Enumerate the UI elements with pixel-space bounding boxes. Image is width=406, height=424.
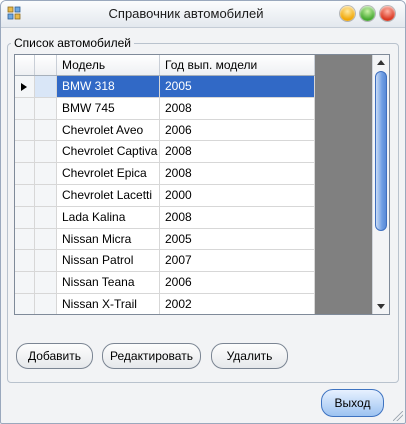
- table-row[interactable]: BMW 745 2008: [15, 97, 315, 120]
- cell-year[interactable]: 2008: [160, 163, 315, 184]
- row-header[interactable]: [15, 272, 35, 293]
- table-row[interactable]: Chevrolet Epica 2008: [15, 163, 315, 185]
- table-row[interactable]: BMW 318 2005: [15, 76, 315, 98]
- row-header[interactable]: [15, 228, 35, 250]
- row-header[interactable]: [15, 184, 35, 206]
- maximize-icon[interactable]: [360, 6, 375, 21]
- resize-grip-icon[interactable]: [393, 411, 403, 421]
- header-corner: [15, 55, 35, 75]
- cell-year[interactable]: 2006: [160, 272, 315, 293]
- table-row[interactable]: Chevrolet Aveo 2006: [15, 119, 315, 142]
- add-button[interactable]: Добавить: [16, 343, 93, 369]
- column-header-model[interactable]: Модель: [57, 55, 160, 75]
- cell-year[interactable]: 2005: [160, 76, 315, 97]
- cell-model[interactable]: Chevrolet Captiva: [57, 141, 160, 163]
- row-header-2: [35, 184, 57, 206]
- cell-model[interactable]: Nissan Micra: [57, 228, 160, 250]
- window-title: Справочник автомобилей: [108, 6, 264, 21]
- row-header[interactable]: [15, 293, 35, 314]
- row-header[interactable]: [15, 206, 35, 228]
- row-header-2: [35, 119, 57, 141]
- row-header[interactable]: [15, 76, 35, 97]
- cell-year[interactable]: 2006: [160, 119, 315, 141]
- cell-model[interactable]: Nissan Teana: [57, 272, 160, 293]
- scroll-thumb[interactable]: [375, 71, 387, 231]
- cell-model[interactable]: BMW 318: [57, 76, 160, 97]
- cell-year[interactable]: 2000: [160, 184, 315, 206]
- row-header-2: [35, 250, 57, 272]
- row-header[interactable]: [15, 163, 35, 184]
- row-header-2: [35, 272, 57, 293]
- cell-model[interactable]: Chevrolet Epica: [57, 163, 160, 184]
- grid-rows: BMW 318 2005 BMW 745 2008 Chevrolet Aveo…: [15, 76, 315, 314]
- scroll-down-arrow-icon[interactable]: [377, 304, 385, 309]
- table-row[interactable]: Chevrolet Lacetti 2000: [15, 184, 315, 207]
- cell-year[interactable]: 2008: [160, 141, 315, 163]
- table-row[interactable]: Nissan Patrol 2007: [15, 250, 315, 273]
- cell-year[interactable]: 2008: [160, 206, 315, 228]
- delete-button[interactable]: Удалить: [211, 343, 288, 369]
- row-header[interactable]: [15, 97, 35, 119]
- cars-data-grid[interactable]: Модель Год вып. модели BMW 318 2005 BMW …: [14, 54, 390, 315]
- current-row-arrow-icon: [21, 83, 27, 91]
- cell-model[interactable]: Chevrolet Aveo: [57, 119, 160, 141]
- table-row[interactable]: Nissan X-Trail 2002: [15, 293, 315, 314]
- table-row[interactable]: Nissan Teana 2006: [15, 272, 315, 294]
- row-header-2: [35, 293, 57, 314]
- row-header-2: [35, 141, 57, 163]
- title-bar[interactable]: Справочник автомобилей: [1, 1, 405, 28]
- row-header-2: [35, 206, 57, 228]
- row-header[interactable]: [15, 141, 35, 163]
- exit-button[interactable]: Выход: [321, 389, 384, 417]
- table-row[interactable]: Nissan Micra 2005: [15, 228, 315, 251]
- cell-year[interactable]: 2007: [160, 250, 315, 272]
- cell-model[interactable]: Nissan X-Trail: [57, 293, 160, 314]
- table-row[interactable]: Lada Kalina 2008: [15, 206, 315, 229]
- cell-model[interactable]: Nissan Patrol: [57, 250, 160, 272]
- cell-year[interactable]: 2005: [160, 228, 315, 250]
- row-header[interactable]: [15, 119, 35, 141]
- row-header-2: [35, 228, 57, 250]
- row-header-2: [35, 76, 57, 97]
- minimize-icon[interactable]: [340, 6, 355, 21]
- cell-year[interactable]: 2002: [160, 293, 315, 314]
- header-corner-2: [35, 55, 57, 75]
- row-header[interactable]: [15, 250, 35, 272]
- row-header-2: [35, 163, 57, 184]
- column-header-year[interactable]: Год вып. модели: [160, 55, 315, 75]
- scroll-up-arrow-icon[interactable]: [377, 60, 385, 65]
- cell-model[interactable]: BMW 745: [57, 97, 160, 119]
- close-icon[interactable]: [380, 6, 395, 21]
- edit-button[interactable]: Редактировать: [102, 343, 201, 369]
- vertical-scrollbar[interactable]: [372, 55, 389, 314]
- main-window: Справочник автомобилей Список автомобиле…: [0, 0, 406, 424]
- table-row[interactable]: Chevrolet Captiva 2008: [15, 141, 315, 164]
- cars-group-label: Список автомобилей: [11, 36, 134, 50]
- grid-header: Модель Год вып. модели: [15, 55, 315, 76]
- row-header-2: [35, 97, 57, 119]
- cell-model[interactable]: Chevrolet Lacetti: [57, 184, 160, 206]
- cell-model[interactable]: Lada Kalina: [57, 206, 160, 228]
- cell-year[interactable]: 2008: [160, 97, 315, 119]
